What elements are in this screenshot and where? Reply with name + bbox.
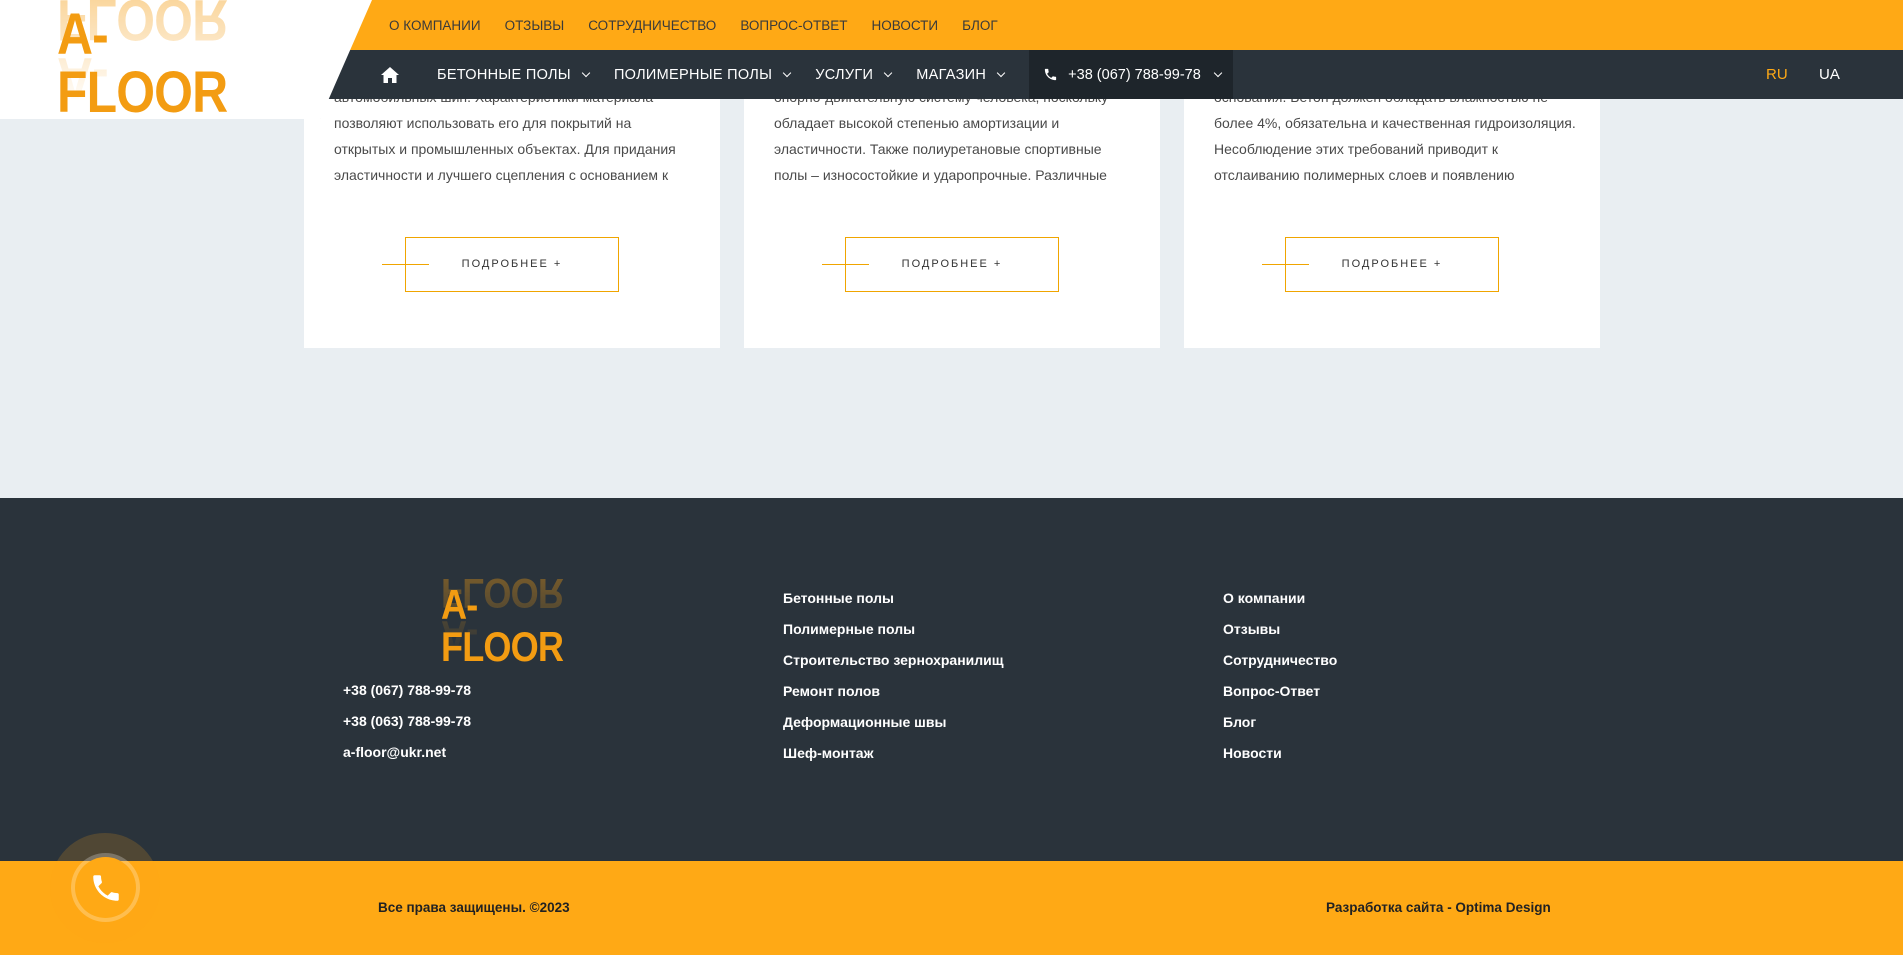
call-icon (92, 874, 119, 901)
lang-ua-label: UA (1819, 66, 1840, 83)
footer-phone-1[interactable]: +38 (067) 788-99-78 (343, 680, 471, 711)
card-text: автомобильных шин. Характеристики матери… (334, 84, 704, 188)
top-nav-reviews[interactable]: ОТЗЫВЫ (505, 18, 565, 33)
nav-phone-number: +38 (067) 788-99-78 (1068, 66, 1201, 83)
footer-company-links: О компании Отзывы Сотрудничество Вопрос-… (1223, 588, 1337, 774)
header-logo-panel: A-FLOOR A-FLOOR (0, 0, 372, 119)
card-text-line: обладает высокой степенью амортизации и (774, 115, 1060, 131)
footer-email[interactable]: a-floor@ukr.net (343, 742, 471, 773)
nav-label: БЕТОННЫЕ ПОЛЫ (437, 66, 571, 83)
nav-label: УСЛУГИ (815, 66, 874, 83)
footer-link-about[interactable]: О компании (1223, 588, 1337, 619)
home-icon (381, 66, 399, 83)
footer-phone-2[interactable]: +38 (063) 788-99-78 (343, 711, 471, 742)
footer-link-concrete-floors[interactable]: Бетонные полы (783, 588, 1004, 619)
bottom-bar: Все права защищены. ©2023 Разработка сай… (0, 861, 1903, 955)
logo-reflection: A-FLOOR (57, 0, 238, 110)
top-nav: О КОМПАНИИ ОТЗЫВЫ СОТРУДНИЧЕСТВО ВОПРОС-… (389, 0, 998, 50)
card-text: основания. Бетон должен обладать влажнос… (1214, 84, 1584, 188)
phone-icon (1045, 68, 1057, 81)
footer-link-news[interactable]: Новости (1223, 743, 1337, 774)
footer-link-granaries[interactable]: Строительство зернохранилищ (783, 650, 1004, 681)
footer-link-chef-montage[interactable]: Шеф-монтаж (783, 743, 1004, 774)
card-text-line: отслаиванию полимерных слоев и появлению (1214, 167, 1515, 183)
card-text-line: открытых и промышленных объектах. Для пр… (334, 141, 676, 157)
home-button[interactable] (372, 50, 408, 99)
chevron-down-icon (884, 68, 893, 77)
footer-logo[interactable]: A-FLOOR A-FLOOR (441, 570, 591, 668)
lang-ua[interactable]: UA (1819, 50, 1840, 99)
footer-link-cooperation[interactable]: Сотрудничество (1223, 650, 1337, 681)
card-text: опорно-двигательную систему человека, по… (774, 84, 1144, 188)
developer-link[interactable]: Разработка сайта - Optima Design (1326, 861, 1551, 955)
more-button[interactable]: ПОДРОБНЕЕ + (845, 237, 1059, 292)
footer: A-FLOOR A-FLOOR +38 (067) 788-99-78 +38 … (0, 498, 1903, 861)
card-text-line: более 4%, обязательна и качественная гид… (1214, 115, 1576, 131)
nav-shop[interactable]: МАГАЗИН (916, 50, 1029, 99)
decor-line (382, 264, 429, 265)
nav-label: МАГАЗИН (916, 66, 987, 83)
chevron-down-icon (1213, 68, 1223, 77)
footer-link-blog[interactable]: Блог (1223, 712, 1337, 743)
card-text-line: позволяют использовать его для покрытий … (334, 115, 632, 131)
more-button[interactable]: ПОДРОБНЕЕ + (1285, 237, 1499, 292)
decor-line (822, 264, 869, 265)
decor-line (1262, 264, 1309, 265)
footer-link-polymer-floors[interactable]: Полимерные полы (783, 619, 1004, 650)
lang-ru-label: RU (1766, 66, 1788, 83)
footer-link-floor-repair[interactable]: Ремонт полов (783, 681, 1004, 712)
nav-label: ПОЛИМЕРНЫЕ ПОЛЫ (613, 66, 773, 83)
nav-polymer-floors[interactable]: ПОЛИМЕРНЫЕ ПОЛЫ (614, 50, 815, 99)
nav-phone[interactable]: +38 (067) 788-99-78 (1029, 50, 1233, 99)
footer-services-links: Бетонные полы Полимерные полы Строительс… (783, 588, 1004, 774)
footer-link-expansion-joints[interactable]: Деформационные швы (783, 712, 1004, 743)
nav-services[interactable]: УСЛУГИ (815, 50, 916, 99)
chevron-down-icon (783, 68, 792, 77)
top-nav-faq[interactable]: ВОПРОС-ОТВЕТ (740, 18, 847, 33)
nav-concrete-floors[interactable]: БЕТОННЫЕ ПОЛЫ (437, 50, 614, 99)
top-nav-cooperation[interactable]: СОТРУДНИЧЕСТВО (588, 18, 716, 33)
top-nav-news[interactable]: НОВОСТИ (872, 18, 939, 33)
card-text-line: эластичности. Также полиуретановые спорт… (774, 141, 1102, 157)
more-button[interactable]: ПОДРОБНЕЕ + (405, 237, 619, 292)
footer-link-faq[interactable]: Вопрос-Ответ (1223, 681, 1337, 712)
callback-button[interactable] (75, 857, 136, 918)
lang-ru[interactable]: RU (1766, 50, 1788, 99)
copyright: Все права защищены. ©2023 (378, 900, 570, 915)
card-text-line: эластичности и лучшего сцепления с основ… (334, 167, 669, 183)
top-nav-blog[interactable]: БЛОГ (962, 18, 998, 33)
footer-link-reviews[interactable]: Отзывы (1223, 619, 1337, 650)
header-logo[interactable]: A-FLOOR A-FLOOR (57, 0, 267, 119)
top-nav-about[interactable]: О КОМПАНИИ (389, 18, 481, 33)
card-text-line: полы – износостойкие и ударопрочные. Раз… (774, 167, 1107, 183)
footer-contacts: +38 (067) 788-99-78 +38 (063) 788-99-78 … (343, 680, 471, 773)
card-text-line: Несоблюдение этих требований приводит к (1214, 141, 1499, 157)
chevron-down-icon (581, 68, 591, 77)
footer-logo-reflection: A-FLOOR (441, 570, 570, 659)
chevron-down-icon (996, 68, 1006, 77)
main-nav: БЕТОННЫЕ ПОЛЫ ПОЛИМЕРНЫЕ ПОЛЫ УСЛУГИ МАГ… (372, 50, 1233, 99)
